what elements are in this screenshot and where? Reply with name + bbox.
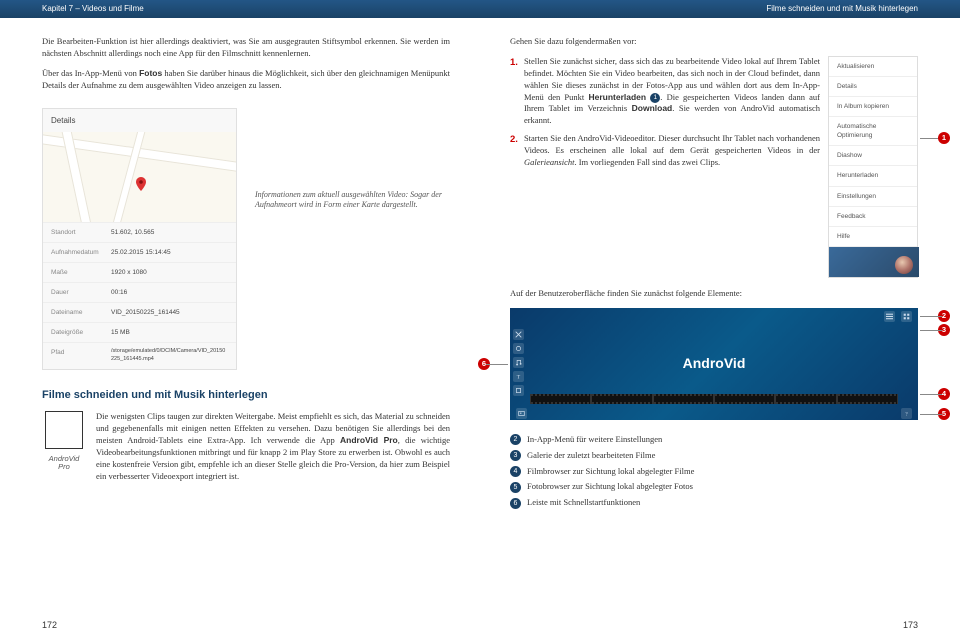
callout-legend: 2In-App-Menü für weitere Einstellungen 3… <box>510 434 918 509</box>
legend-item: 4Filmbrowser zur Sichtung lokal abgelegt… <box>510 466 918 478</box>
section-title: Filme schneiden und mit Musik hinterlege… <box>766 3 918 14</box>
step-1: 1. Stellen Sie zunächst sicher, dass sic… <box>510 56 820 127</box>
step-2: 2. Starten Sie den AndroVid-Videoeditor.… <box>510 133 820 169</box>
page-number: 173 <box>903 619 918 632</box>
menu-item[interactable]: In Album kopieren <box>829 97 917 117</box>
callout-badge-1: 1 <box>938 132 950 144</box>
qr-code-icon <box>45 411 83 449</box>
paragraph: Die Bearbeiten-Funktion ist hier allerdi… <box>42 36 450 60</box>
cut-icon[interactable] <box>513 329 524 340</box>
paragraph: Die wenigsten Clips taugen zur direkten … <box>42 411 450 482</box>
intro-line: Gehen Sie dazu folgendermaßen vor: <box>510 36 918 48</box>
menu-item[interactable]: Einstellungen <box>829 187 917 207</box>
androvid-logo: AndroVid <box>683 354 746 374</box>
header-left: Kapitel 7 – Videos und Filme <box>0 0 480 18</box>
paragraph: Über das In-App-Menü von Fotos haben Sie… <box>42 68 450 92</box>
qr-code-block: AndroVid Pro <box>42 411 86 471</box>
map-pin-icon <box>136 177 146 187</box>
svg-text:T: T <box>517 374 521 379</box>
detail-row: Aufnahmedatum25.02.2015 15:14:45 <box>43 242 236 262</box>
page-left: Kapitel 7 – Videos und Filme Die Bearbei… <box>0 0 480 642</box>
detail-row: Dateigröße15 MB <box>43 322 236 342</box>
gallery-icon[interactable] <box>901 311 912 322</box>
legend-item: 6Leiste mit Schnellstartfunktionen <box>510 497 918 509</box>
menu-item[interactable]: Details <box>829 77 917 97</box>
help-icon[interactable]: ? <box>901 408 912 419</box>
section-heading: Filme schneiden und mit Musik hinterlege… <box>42 388 450 403</box>
detail-row: Maße1920 x 1080 <box>43 262 236 282</box>
menu-item[interactable]: Feedback <box>829 207 917 227</box>
menu-item-herunterladen[interactable]: Herunterladen <box>829 166 917 186</box>
video-thumbnail <box>829 247 919 277</box>
detail-row: Dauer00:16 <box>43 282 236 302</box>
qr-caption: AndroVid Pro <box>42 455 86 472</box>
film-strip[interactable] <box>530 394 898 404</box>
page-right: Filme schneiden und mit Musik hinterlege… <box>480 0 960 642</box>
details-heading: Details <box>43 109 236 132</box>
callout-ref-1: 1 <box>650 93 660 103</box>
music-icon[interactable] <box>513 357 524 368</box>
androvid-figure: T AndroVid ? 2 3 4 5 6 <box>510 308 918 420</box>
menu-icon[interactable] <box>884 311 895 322</box>
detail-row: Pfad/storage/emulated/0/DCIM/Camera/VID_… <box>43 342 236 368</box>
page-number: 172 <box>42 619 57 632</box>
legend-item: 3Galerie der zuletzt bearbeiteten Filme <box>510 450 918 462</box>
androvid-app-ui: T AndroVid ? <box>510 308 918 420</box>
legend-item: 5Fotobrowser zur Sichtung lokal abgelegt… <box>510 481 918 493</box>
header-right: Filme schneiden und mit Musik hinterlege… <box>480 0 960 18</box>
androvid-bottombar: ? <box>510 406 918 420</box>
androvid-sidebar: T <box>510 326 526 402</box>
legend-item: 2In-App-Menü für weitere Einstellungen <box>510 434 918 446</box>
location-map <box>43 132 236 222</box>
menu-item[interactable]: Automatische Optimierung <box>829 117 917 146</box>
svg-text:?: ? <box>905 411 908 416</box>
menu-item[interactable]: Hilfe <box>829 227 917 247</box>
video-details-panel: Details Standort51.602, 10.565 Aufnahmed… <box>42 108 237 370</box>
menu-item[interactable]: Diashow <box>829 146 917 166</box>
details-and-caption: Details Standort51.602, 10.565 Aufnahmed… <box>42 100 450 370</box>
photo-browser-icon[interactable] <box>516 408 527 419</box>
detail-row: Standort51.602, 10.565 <box>43 222 236 242</box>
chapter-title: Kapitel 7 – Videos und Filme <box>42 3 144 14</box>
grab-icon[interactable] <box>513 385 524 396</box>
menu-item[interactable]: Aktualisieren <box>829 57 917 77</box>
text-icon[interactable]: T <box>513 371 524 382</box>
paragraph: Auf der Benutzeroberfläche finden Sie zu… <box>510 288 918 300</box>
book-spread: Kapitel 7 – Videos und Filme Die Bearbei… <box>0 0 960 642</box>
effects-icon[interactable] <box>513 343 524 354</box>
figure-caption: Informationen zum aktuell ausgewählten V… <box>255 100 450 211</box>
androvid-topbar <box>510 308 918 324</box>
detail-row: DateinameVID_20150225_161445 <box>43 302 236 322</box>
in-app-menu: Aktualisieren Details In Album kopieren … <box>828 56 918 278</box>
